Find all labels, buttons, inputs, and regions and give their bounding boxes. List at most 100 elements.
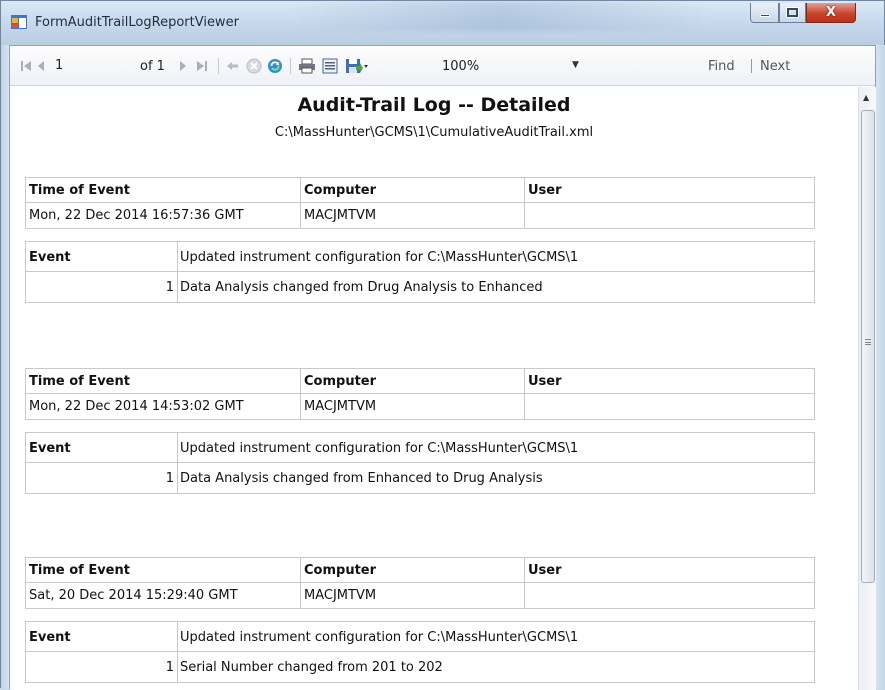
user-value	[524, 394, 814, 419]
minimize-icon	[759, 14, 770, 17]
user-value	[524, 583, 814, 608]
toolbar-separator	[218, 58, 219, 74]
table-row: 1 Data Analysis changed from Drug Analys…	[26, 272, 814, 302]
find-link[interactable]: Find	[708, 46, 735, 86]
vertical-scrollbar[interactable]: ▲	[858, 87, 876, 690]
title-bar-background	[291, 1, 711, 31]
report-viewer: 1 of 1 100% ▼ Find Next Audit-Trail Log …	[9, 45, 876, 690]
table-row: Mon, 22 Dec 2014 16:57:36 GMT MACJMTVM	[26, 203, 814, 228]
print-layout-icon	[322, 58, 338, 74]
chevron-down-icon: ▼	[572, 60, 579, 70]
report-toolbar: 1 of 1 100% ▼ Find Next	[10, 46, 875, 86]
time-of-event-value: Mon, 22 Dec 2014 16:57:36 GMT	[29, 208, 244, 223]
report-page[interactable]: Audit-Trail Log -- Detailed C:\MassHunte…	[10, 87, 858, 690]
event-detail-table: Event Updated instrument configuration f…	[25, 621, 815, 683]
table-row: Time of Event Computer User	[26, 178, 814, 203]
export-button[interactable]	[345, 46, 369, 86]
refresh-button[interactable]	[267, 46, 283, 86]
table-row: Event Updated instrument configuration f…	[26, 433, 814, 463]
table-row: 1 Data Analysis changed from Enhanced to…	[26, 463, 814, 493]
event-detail-text: Serial Number changed from 201 to 202	[177, 652, 814, 682]
event-header: Event	[29, 440, 71, 456]
export-save-icon	[346, 59, 368, 73]
app-icon	[11, 15, 27, 29]
maximize-button[interactable]	[779, 3, 806, 23]
event-header: Event	[29, 629, 71, 645]
event-detail-text: Data Analysis changed from Drug Analysis…	[177, 272, 814, 302]
toolbar-separator	[290, 58, 291, 74]
time-of-event-header: Time of Event	[29, 374, 130, 389]
print-icon	[299, 58, 315, 74]
event-detail-number: 1	[165, 659, 174, 675]
scroll-grip-icon	[865, 339, 871, 345]
time-of-event-value: Mon, 22 Dec 2014 14:53:02 GMT	[29, 399, 244, 414]
previous-page-button[interactable]	[36, 46, 46, 86]
stop-button[interactable]	[246, 46, 262, 86]
event-header-table: Time of Event Computer User Mon, 22 Dec …	[25, 177, 815, 229]
event-description: Updated instrument configuration for C:\…	[177, 242, 814, 272]
user-header: User	[524, 178, 814, 203]
table-row: Time of Event Computer User	[26, 369, 814, 394]
refresh-icon	[268, 59, 282, 73]
previous-page-icon	[38, 61, 44, 71]
table-row: Time of Event Computer User	[26, 558, 814, 583]
computer-header: Computer	[300, 178, 524, 203]
report-title: Audit-Trail Log -- Detailed	[297, 94, 571, 116]
scroll-up-icon[interactable]: ▲	[863, 93, 869, 102]
zoom-value: 100%	[442, 58, 480, 74]
maximize-icon	[787, 8, 798, 17]
page-count-label: of 1	[140, 58, 165, 74]
computer-header: Computer	[300, 369, 524, 394]
last-page-icon	[197, 61, 207, 71]
back-icon	[227, 62, 238, 70]
event-detail-table: Event Updated instrument configuration f…	[25, 241, 815, 303]
event-header-table: Time of Event Computer User Sat, 20 Dec …	[25, 557, 815, 609]
print-layout-button[interactable]	[322, 46, 338, 86]
find-next-separator	[751, 59, 752, 73]
event-detail-text: Data Analysis changed from Enhanced to D…	[177, 463, 814, 493]
event-description: Updated instrument configuration for C:\…	[177, 622, 814, 652]
event-detail-number: 1	[165, 279, 174, 295]
close-button[interactable]: X	[806, 3, 856, 23]
computer-header: Computer	[300, 558, 524, 583]
window-frame-right	[876, 45, 885, 689]
table-row: Event Updated instrument configuration f…	[26, 242, 814, 272]
next-page-button[interactable]	[178, 46, 188, 86]
back-button[interactable]	[226, 46, 240, 86]
event-header: Event	[29, 249, 71, 265]
first-page-icon	[21, 61, 31, 71]
computer-value: MACJMTVM	[300, 583, 524, 608]
current-page-input[interactable]: 1	[55, 58, 85, 76]
user-header: User	[524, 558, 814, 583]
window-title: FormAuditTrailLogReportViewer	[35, 15, 239, 30]
close-icon: X	[825, 5, 837, 20]
minimize-button[interactable]	[750, 3, 779, 23]
event-detail-number: 1	[165, 470, 174, 486]
last-page-button[interactable]	[196, 46, 208, 86]
table-row: Sat, 20 Dec 2014 15:29:40 GMT MACJMTVM	[26, 583, 814, 608]
scrollbar-thumb[interactable]	[861, 110, 875, 583]
event-detail-table: Event Updated instrument configuration f…	[25, 432, 815, 494]
user-value	[524, 203, 814, 228]
table-row: Mon, 22 Dec 2014 14:53:02 GMT MACJMTVM	[26, 394, 814, 419]
report-subtitle: C:\MassHunter\GCMS\1\CumulativeAuditTrai…	[274, 125, 594, 140]
next-page-icon	[180, 61, 186, 71]
time-of-event-value: Sat, 20 Dec 2014 15:29:40 GMT	[29, 588, 238, 603]
window-frame-left	[1, 45, 9, 689]
computer-value: MACJMTVM	[300, 394, 524, 419]
stop-icon	[246, 58, 262, 74]
title-bar[interactable]: FormAuditTrailLogReportViewer X	[1, 1, 884, 45]
table-row: Event Updated instrument configuration f…	[26, 622, 814, 652]
zoom-select[interactable]: 100% ▼	[442, 56, 592, 76]
user-header: User	[524, 369, 814, 394]
first-page-button[interactable]	[20, 46, 32, 86]
report-viewer-window: FormAuditTrailLogReportViewer X 1 of 1 1…	[0, 0, 885, 690]
time-of-event-header: Time of Event	[29, 183, 130, 198]
find-next-link[interactable]: Next	[760, 46, 790, 86]
event-description: Updated instrument configuration for C:\…	[177, 433, 814, 463]
table-row: 1 Serial Number changed from 201 to 202	[26, 652, 814, 682]
event-header-table: Time of Event Computer User Mon, 22 Dec …	[25, 368, 815, 420]
time-of-event-header: Time of Event	[29, 563, 130, 578]
computer-value: MACJMTVM	[300, 203, 524, 228]
print-button[interactable]	[298, 46, 316, 86]
